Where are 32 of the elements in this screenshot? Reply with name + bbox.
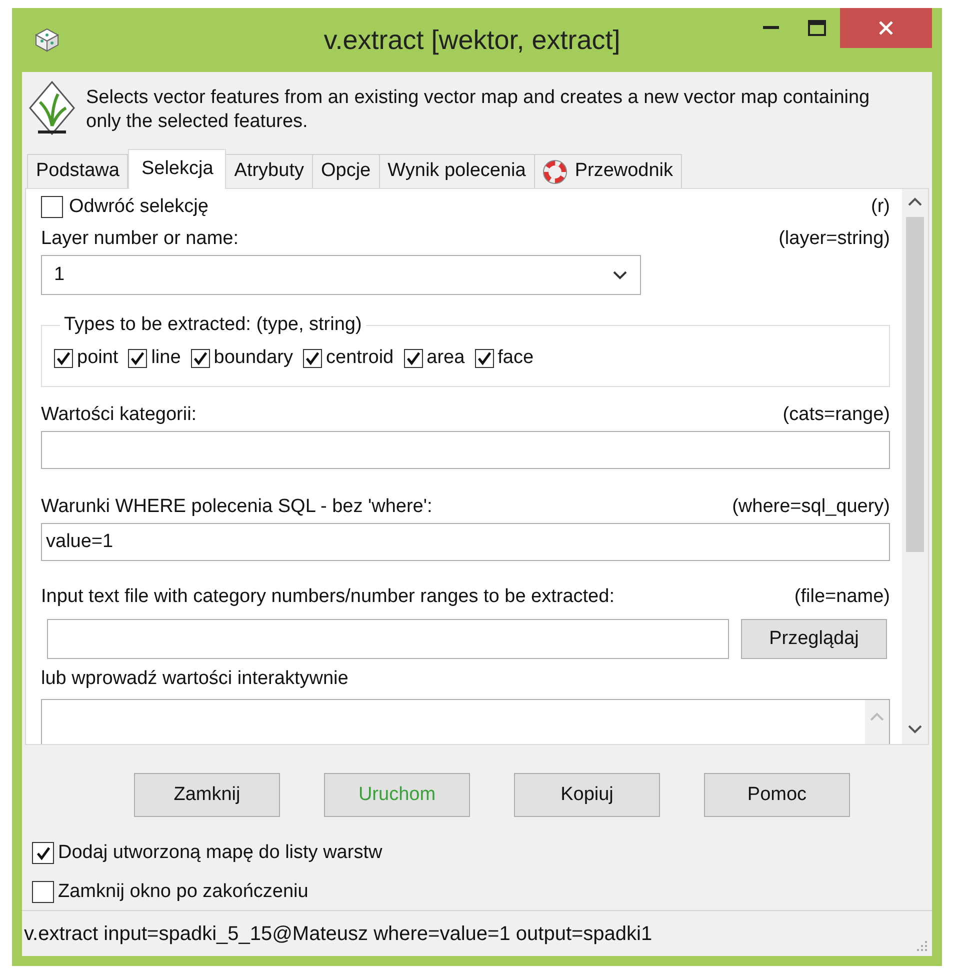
parameter-name: (cats=range) <box>782 403 890 427</box>
parameter-name: (layer=string) <box>778 227 890 251</box>
dialog-button[interactable]: Kopiuj <box>514 773 660 817</box>
parameter-name: (r) <box>871 195 890 219</box>
checkbox-label: boundary <box>214 346 294 370</box>
checkbox-label: Zamknij okno po zakończeniu <box>58 880 308 904</box>
field-label: Wartości kategorii: <box>41 403 197 427</box>
checkbox-label: face <box>498 346 534 370</box>
checkbox-label: Odwróć selekcję <box>69 195 208 219</box>
checkbox-label: Dodaj utworzoną mapę do listy warstw <box>58 841 382 865</box>
tab[interactable]: Przewodnik <box>534 154 682 188</box>
tab[interactable]: Selekcja <box>128 149 226 189</box>
checkbox-label: area <box>426 346 465 370</box>
field-label: Layer number or name: <box>41 227 238 251</box>
layer-dropdown[interactable]: 1 <box>41 255 641 295</box>
dialog-button[interactable]: Zamknij <box>134 773 280 817</box>
parameter-name: (where=sql_query) <box>732 495 890 519</box>
tab[interactable]: Podstawa <box>27 154 128 188</box>
window-title: v.extract [wektor, extract] <box>322 24 622 57</box>
status-bar-text: v.extract input=spadki_5_15@Mateusz where=value=1 output=spadki1 <box>24 922 652 946</box>
description-text: Selects vector features from an existing vector map and creates a new vector map containing only the selected features. <box>86 86 871 134</box>
field-label: lub wprowadź wartości interaktywnie <box>41 667 350 691</box>
input-field[interactable]: value=1 <box>41 523 890 561</box>
dialog-button[interactable]: Pomoc <box>704 773 850 817</box>
group-title: Types to be extracted: (type, string) <box>60 313 366 337</box>
checkbox-label: centroid <box>326 346 394 370</box>
browse-button[interactable]: Przeglądaj <box>741 619 887 659</box>
field-label: Input text file with category numbers/number ranges to be extracted: <box>41 585 614 609</box>
parameter-name: (file=name) <box>794 585 890 609</box>
checkbox-label: point <box>77 346 118 370</box>
checkbox-label: line <box>151 346 181 370</box>
field-label: Warunki WHERE polecenia SQL - bez 'where': <box>41 495 432 519</box>
